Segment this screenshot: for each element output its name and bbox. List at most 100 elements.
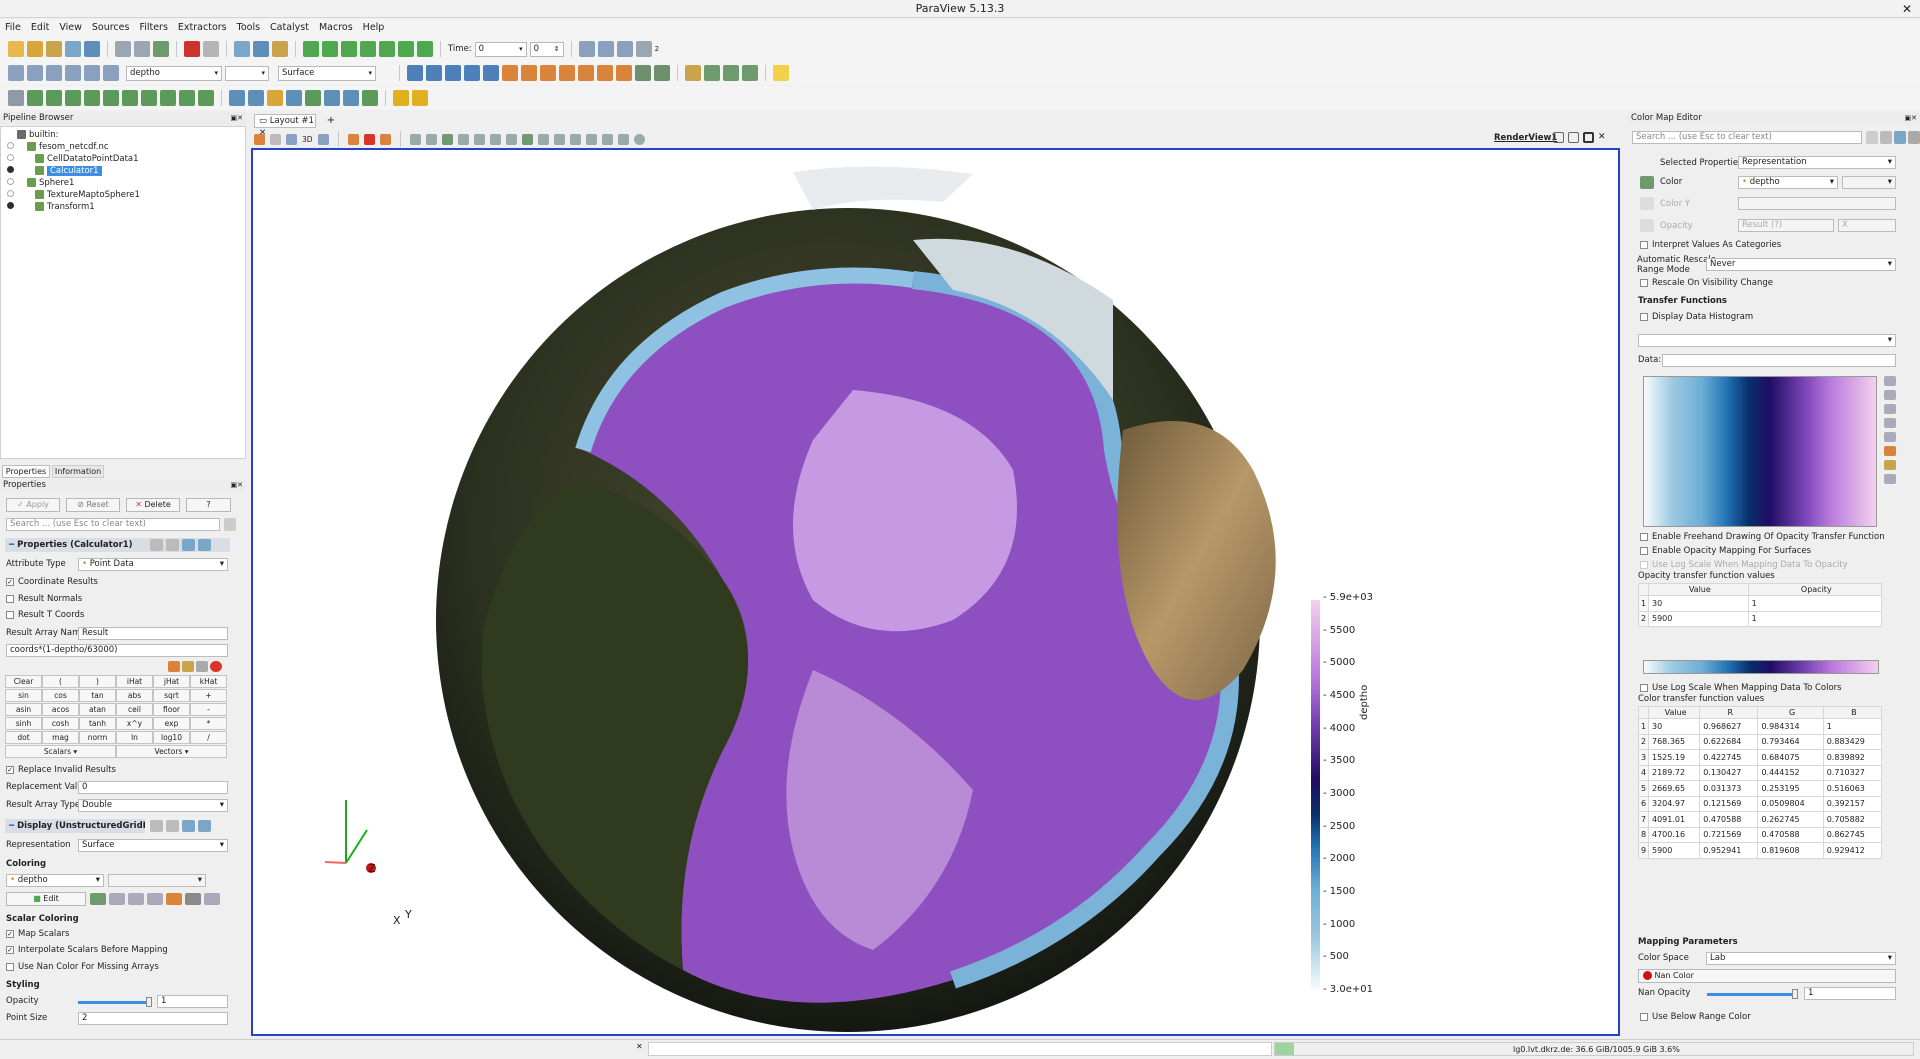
eye-visible-icon[interactable] — [7, 202, 14, 209]
calc-key[interactable]: asin — [5, 703, 42, 716]
custom-range-icon[interactable] — [1884, 390, 1896, 400]
result-array-name-input[interactable]: Result — [78, 627, 228, 640]
cell-r[interactable]: 0.968627 — [1699, 718, 1759, 735]
cell-b[interactable]: 0.839892 — [1822, 749, 1883, 766]
cell-opacity[interactable]: 1 — [1747, 595, 1883, 612]
reset-center-icon[interactable] — [723, 65, 739, 81]
annotate-time-icon[interactable] — [324, 90, 340, 106]
expression-input[interactable]: coords*(1-deptho/63000) — [6, 644, 228, 657]
grow-selection-icon[interactable] — [505, 133, 517, 145]
save-preset-icon[interactable] — [1884, 460, 1896, 470]
nan-opacity-input[interactable]: 1 — [1804, 987, 1896, 1000]
history-icon[interactable] — [168, 661, 180, 672]
cell-r[interactable]: 0.952941 — [1699, 842, 1759, 859]
calc-key[interactable]: dot — [5, 731, 42, 744]
pipeline-item-selected[interactable]: Calculator1 — [1, 165, 245, 177]
component-combo[interactable]: ▾ — [225, 65, 269, 81]
reset-camera-icon[interactable] — [407, 65, 423, 81]
view-x-icon[interactable] — [464, 65, 480, 81]
cell-b[interactable]: 0.516063 — [1822, 780, 1883, 797]
camera-icon[interactable] — [286, 133, 297, 145]
angle-tool-icon[interactable] — [585, 133, 597, 145]
recent-icon[interactable] — [27, 41, 43, 57]
center-axes-icon[interactable] — [685, 65, 701, 81]
save-defaults-icon[interactable] — [198, 820, 211, 832]
clip-icon[interactable] — [46, 90, 62, 106]
calc-key[interactable]: floor — [153, 703, 190, 716]
pipeline-item[interactable]: CellDatatoPointData1 — [1, 153, 245, 165]
cell-value[interactable]: 4091.01 — [1647, 811, 1701, 828]
color-array-combo[interactable]: deptho ▾ — [126, 65, 222, 81]
pipeline-item[interactable]: builtin: — [1, 129, 245, 141]
select-block-icon[interactable] — [441, 133, 453, 145]
stream-tracer-icon[interactable] — [141, 90, 157, 106]
presets-icon[interactable] — [1884, 446, 1896, 456]
play-icon[interactable] — [360, 41, 376, 57]
copy-icon[interactable] — [1880, 131, 1892, 144]
cell-g[interactable]: 0.262745 — [1757, 811, 1824, 828]
cell-b[interactable]: 0.929412 — [1822, 842, 1883, 859]
eye-hidden-icon[interactable] — [7, 190, 14, 197]
slice-icon[interactable] — [65, 90, 81, 106]
eye-hidden-icon[interactable] — [7, 154, 14, 161]
extract-level-icon[interactable] — [198, 90, 214, 106]
calc-key[interactable]: * — [190, 717, 227, 730]
cell-value[interactable]: 5900 — [1647, 842, 1701, 859]
color-edit-icon[interactable] — [1640, 176, 1654, 189]
time-index-spinbox[interactable]: 0 ⇕ — [529, 41, 564, 57]
nan-color-button[interactable]: Nan Color — [1638, 969, 1896, 983]
calc-key[interactable]: - — [190, 703, 227, 716]
zoom-box-icon[interactable] — [597, 41, 614, 57]
axis-minus-y-icon[interactable] — [559, 65, 575, 81]
rescale-visibility-checkbox[interactable]: Rescale On Visibility Change — [1640, 277, 1773, 290]
calc-key[interactable]: jHat — [153, 675, 190, 688]
loop-icon[interactable] — [417, 41, 433, 57]
ruler-icon[interactable] — [393, 90, 409, 106]
shrink-selection-icon[interactable] — [521, 133, 533, 145]
nan-missing-checkbox[interactable]: Use Nan Color For Missing Arrays — [6, 961, 159, 974]
select-cells-icon[interactable] — [347, 133, 359, 145]
opacity-slider[interactable] — [78, 1001, 148, 1004]
cell-r[interactable]: 0.031373 — [1699, 780, 1759, 797]
layout-tab[interactable]: ▭ Layout #1 ✕ — [254, 114, 316, 138]
table-row[interactable]: 2 768.365 0.622684 0.793464 0.883429 — [1638, 733, 1883, 750]
save-expression-icon[interactable] — [182, 661, 194, 672]
cell-g[interactable]: 0.0509804 — [1757, 795, 1824, 812]
cell-g[interactable]: 0.470588 — [1757, 826, 1824, 843]
visible-rescale-icon[interactable] — [147, 893, 163, 905]
menu-macros[interactable]: Macros — [314, 19, 358, 37]
calc-key[interactable]: cosh — [42, 717, 79, 730]
eye-visible-icon[interactable] — [7, 166, 14, 173]
contour-icon[interactable] — [27, 90, 43, 106]
copy-icon[interactable] — [150, 820, 163, 832]
representation-combo[interactable]: Surface ▾ — [278, 65, 376, 81]
cell-value[interactable]: 3204.97 — [1647, 795, 1701, 812]
opacity-input[interactable]: 1 — [157, 995, 228, 1008]
eye-hidden-icon[interactable] — [7, 178, 14, 185]
axis-plus-y-icon[interactable] — [540, 65, 556, 81]
python-icon[interactable] — [234, 41, 250, 57]
below-range-checkbox[interactable]: Use Below Range Color — [1640, 1011, 1751, 1024]
interpolate-scalars-checkbox[interactable]: ✓ Interpolate Scalars Before Mapping — [6, 944, 168, 957]
cell-g[interactable]: 0.819608 — [1757, 842, 1824, 859]
custom-rescale-icon[interactable] — [128, 893, 144, 905]
cell-b[interactable]: 1 — [1822, 718, 1883, 735]
axis-minus-x-icon[interactable] — [521, 65, 537, 81]
fit-range-icon[interactable] — [1884, 376, 1896, 386]
glyph-icon[interactable] — [122, 90, 138, 106]
calc-key[interactable]: sin — [5, 689, 42, 702]
reset-camera-closest-icon[interactable] — [426, 65, 442, 81]
cell-value[interactable]: 1525.19 — [1647, 749, 1701, 766]
axis-plus-z-icon[interactable] — [578, 65, 594, 81]
calc-key[interactable]: kHat — [190, 675, 227, 688]
opacity-function-editor[interactable] — [1643, 376, 1877, 527]
disconnect-icon[interactable] — [84, 41, 100, 57]
interpret-categories-checkbox[interactable]: Interpret Values As Categories — [1640, 239, 1781, 252]
cell-b[interactable]: 0.862745 — [1822, 826, 1883, 843]
pipeline-item[interactable]: TextureMaptoSphere1 — [1, 189, 245, 201]
menu-file[interactable]: File — [0, 19, 26, 37]
table-row[interactable]: 9 5900 0.952941 0.819608 0.929412 — [1638, 842, 1883, 859]
gear-icon[interactable] — [1866, 131, 1878, 144]
nan-opacity-slider[interactable] — [1707, 993, 1795, 996]
last-frame-icon[interactable] — [398, 41, 414, 57]
